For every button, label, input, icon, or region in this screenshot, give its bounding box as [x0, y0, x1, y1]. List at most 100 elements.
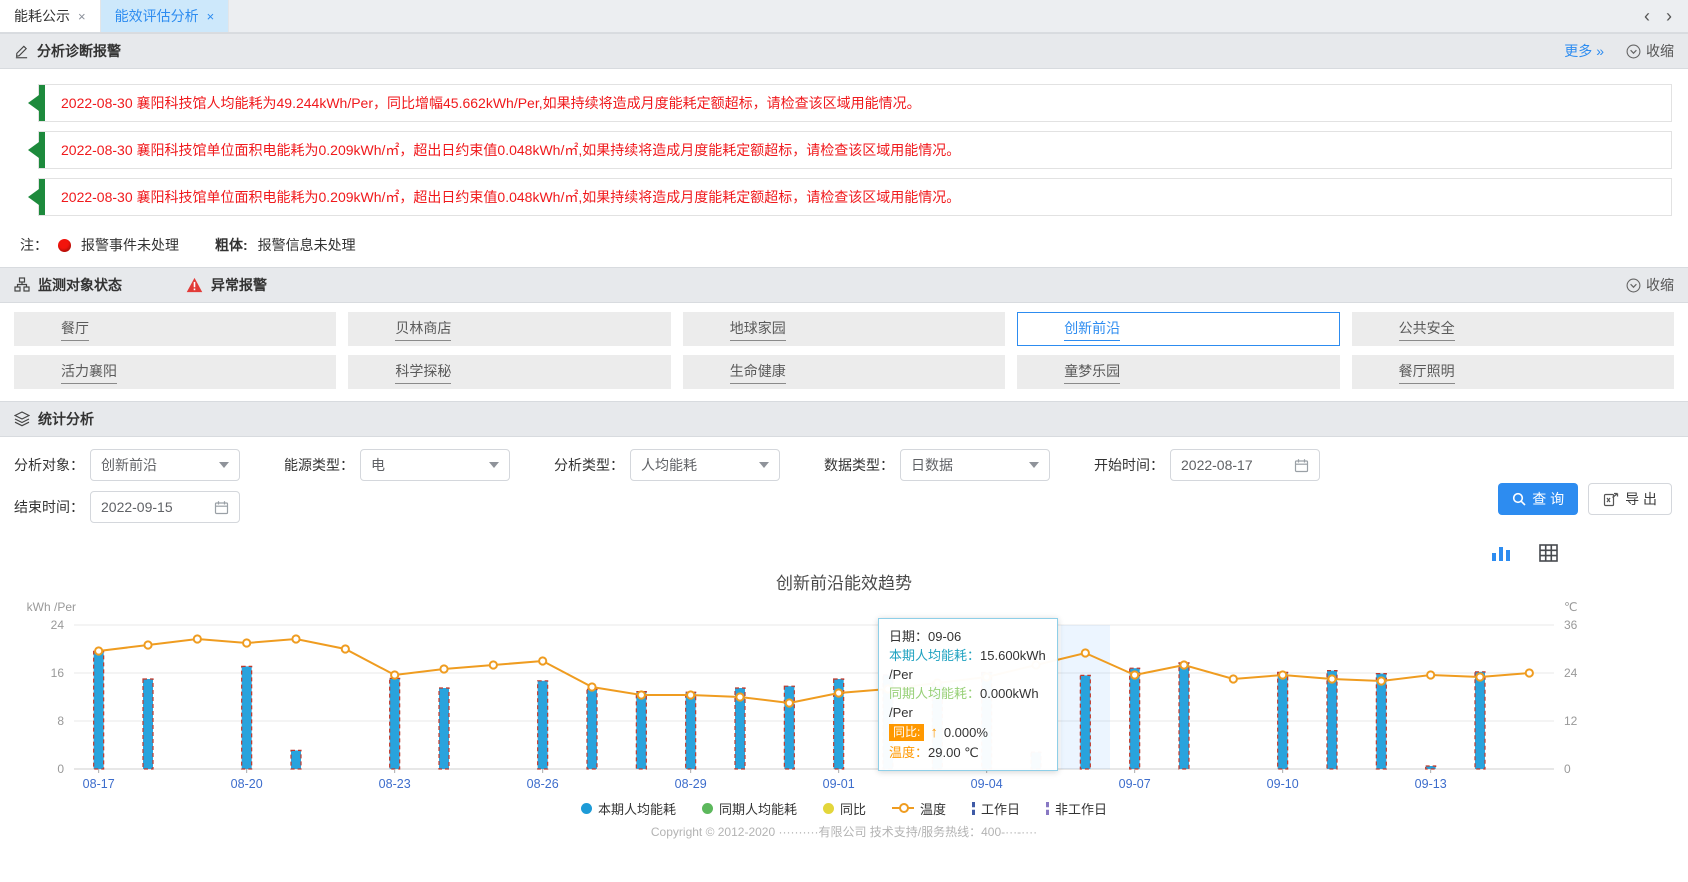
footer-copyright: Copyright © 2012-2020 ··········有限公司 技术支…	[0, 819, 1688, 840]
table-view-icon[interactable]	[1539, 544, 1558, 567]
svg-text:09-13: 09-13	[1415, 777, 1447, 791]
legend-marker-icon	[1046, 802, 1049, 815]
sitemap-icon	[14, 277, 30, 293]
select-input[interactable]: 电	[360, 449, 510, 481]
chevron-down-circle-icon	[1626, 44, 1641, 59]
chart-plot[interactable]: 0816240122436kWh /Per℃08-1708-2008-2308-…	[14, 597, 1674, 797]
excel-export-icon	[1603, 492, 1619, 507]
svg-text:08-17: 08-17	[83, 777, 115, 791]
filter-value: 日数据	[911, 455, 953, 475]
legend-marker-icon	[892, 807, 914, 809]
note-prefix: 注：	[20, 235, 48, 255]
building-label: 童梦乐园	[1064, 361, 1120, 384]
date-input[interactable]: 2022-09-15	[90, 491, 240, 523]
select-input[interactable]: 人均能耗	[630, 449, 780, 481]
tab-bar: 能耗公示×能效评估分析× ‹ ›	[0, 0, 1688, 33]
more-link[interactable]: 更多»	[1564, 41, 1604, 61]
building-button[interactable]: 科学探秘	[348, 355, 670, 389]
legend-item-5[interactable]: 工作日	[972, 799, 1020, 818]
abnormal-alarm-label: 异常报警	[211, 275, 267, 295]
alert-message: 2022-08-30 襄阳科技馆人均能耗为49.244kWh/Per，同比增幅4…	[61, 93, 921, 113]
svg-text:24: 24	[1564, 666, 1578, 680]
building-button[interactable]: 贝林商店	[348, 312, 670, 346]
svg-text:09-04: 09-04	[971, 777, 1003, 791]
filter-value: 2022-08-17	[1181, 457, 1253, 473]
energy-trend-chart: 创新前沿能效趋势 0816240122436kWh /Per℃08-1708-2…	[0, 571, 1688, 819]
tooltip-current: 本期人均能耗：15.600kWh /Per	[889, 646, 1047, 684]
legend-item-2[interactable]: 同期人均能耗	[702, 799, 797, 818]
building-button[interactable]: 创新前沿	[1017, 312, 1339, 346]
legend-label: 温度	[920, 799, 946, 818]
filter-label: 能源类型：	[284, 455, 354, 475]
filter-2: 分析类型： 人均能耗	[554, 449, 780, 481]
select-input[interactable]: 创新前沿	[90, 449, 240, 481]
tab-energy-publicity[interactable]: 能耗公示 ×	[0, 0, 101, 32]
legend-label: 非工作日	[1055, 799, 1107, 818]
svg-text:09-01: 09-01	[823, 777, 855, 791]
legend-item-1[interactable]: 本期人均能耗	[581, 799, 676, 818]
building-label: 科学探秘	[395, 361, 451, 384]
note-bold-label: 粗体:	[215, 235, 248, 255]
stats-filter-panel: 分析对象：创新前沿能源类型：电分析类型：人均能耗数据类型：日数据开始时间：202…	[0, 437, 1688, 537]
svg-text:8: 8	[57, 714, 64, 728]
stats-section-title: 统计分析	[38, 409, 94, 429]
filter-1: 能源类型： 电	[284, 449, 510, 481]
filter-value: 创新前沿	[101, 455, 157, 475]
building-label: 公共安全	[1399, 318, 1455, 341]
building-button[interactable]: 餐厅	[14, 312, 336, 346]
building-button[interactable]: 生命健康	[683, 355, 1005, 389]
svg-text:08-29: 08-29	[675, 777, 707, 791]
chevron-down-icon	[489, 462, 499, 468]
legend-label: 工作日	[981, 799, 1020, 818]
stats-section-header: 统计分析	[0, 401, 1688, 437]
calendar-icon	[1294, 458, 1309, 473]
monitor-section-title: 监测对象状态	[38, 275, 122, 295]
building-button[interactable]: 餐厅照明	[1352, 355, 1674, 389]
close-icon[interactable]: ×	[207, 9, 215, 24]
page: 能耗公示×能效评估分析× ‹ › 分析诊断报警 更多» 收缩 2022-08-3…	[0, 0, 1688, 882]
collapse-alerts-button[interactable]: 收缩	[1626, 41, 1674, 61]
note-unhandled-event: 报警事件未处理	[81, 235, 179, 255]
building-button[interactable]: 公共安全	[1352, 312, 1674, 346]
filters-row-2: 结束时间：2022-09-15	[14, 491, 1674, 523]
svg-text:08-20: 08-20	[231, 777, 263, 791]
building-button[interactable]: 地球家园	[683, 312, 1005, 346]
chart-view-toggles	[0, 537, 1688, 571]
svg-text:36: 36	[1564, 618, 1578, 632]
warning-triangle-icon	[186, 277, 203, 293]
export-button[interactable]: 导 出	[1588, 483, 1672, 515]
svg-text:24: 24	[51, 618, 65, 632]
unhandled-event-dot-icon	[58, 239, 71, 252]
building-label: 创新前沿	[1064, 318, 1120, 341]
tab-efficiency-analysis[interactable]: 能效评估分析×	[101, 0, 230, 32]
filter-5: 结束时间：2022-09-15	[14, 491, 240, 523]
legend-item-6[interactable]: 非工作日	[1046, 799, 1107, 818]
collapse-monitor-button[interactable]: 收缩	[1626, 275, 1674, 295]
filter-value: 人均能耗	[641, 455, 697, 475]
building-grid: 餐厅贝林商店地球家园 创新前沿 公共安全活力襄阳 科学探秘 生命健康 童梦乐园 餐厅照明	[0, 303, 1688, 401]
building-button[interactable]: 活力襄阳	[14, 355, 336, 389]
layers-icon	[14, 411, 30, 427]
alert-row: 2022-08-30 襄阳科技馆人均能耗为49.244kWh/Per，同比增幅4…	[38, 84, 1672, 122]
tooltip-previous: 同期人均能耗：0.000kWh /Per	[889, 684, 1047, 722]
tab-scroll-left-icon[interactable]: ‹	[1644, 6, 1650, 27]
filter-label: 分析类型：	[554, 455, 624, 475]
pencil-icon	[14, 43, 29, 59]
date-input[interactable]: 2022-08-17	[1170, 449, 1320, 481]
bar-chart-view-icon[interactable]	[1491, 544, 1511, 567]
query-button[interactable]: 查 询	[1498, 483, 1578, 515]
filter-label: 开始时间：	[1094, 455, 1164, 475]
filter-value: 电	[371, 455, 385, 475]
tab-label: 能耗公示	[14, 6, 70, 26]
tab-scroll-right-icon[interactable]: ›	[1666, 6, 1672, 27]
svg-text:08-23: 08-23	[379, 777, 411, 791]
tooltip-date: 日期：09-06	[889, 627, 1047, 646]
building-button[interactable]: 童梦乐园	[1017, 355, 1339, 389]
legend-item-3[interactable]: 同比	[823, 799, 866, 818]
chevron-down-circle-icon	[1626, 278, 1641, 293]
filter-3: 数据类型：日数据	[824, 449, 1050, 481]
chevron-down-icon	[759, 462, 769, 468]
select-input[interactable]: 日数据	[900, 449, 1050, 481]
close-icon[interactable]: ×	[78, 9, 86, 24]
legend-item-4[interactable]: 温度	[892, 799, 946, 818]
